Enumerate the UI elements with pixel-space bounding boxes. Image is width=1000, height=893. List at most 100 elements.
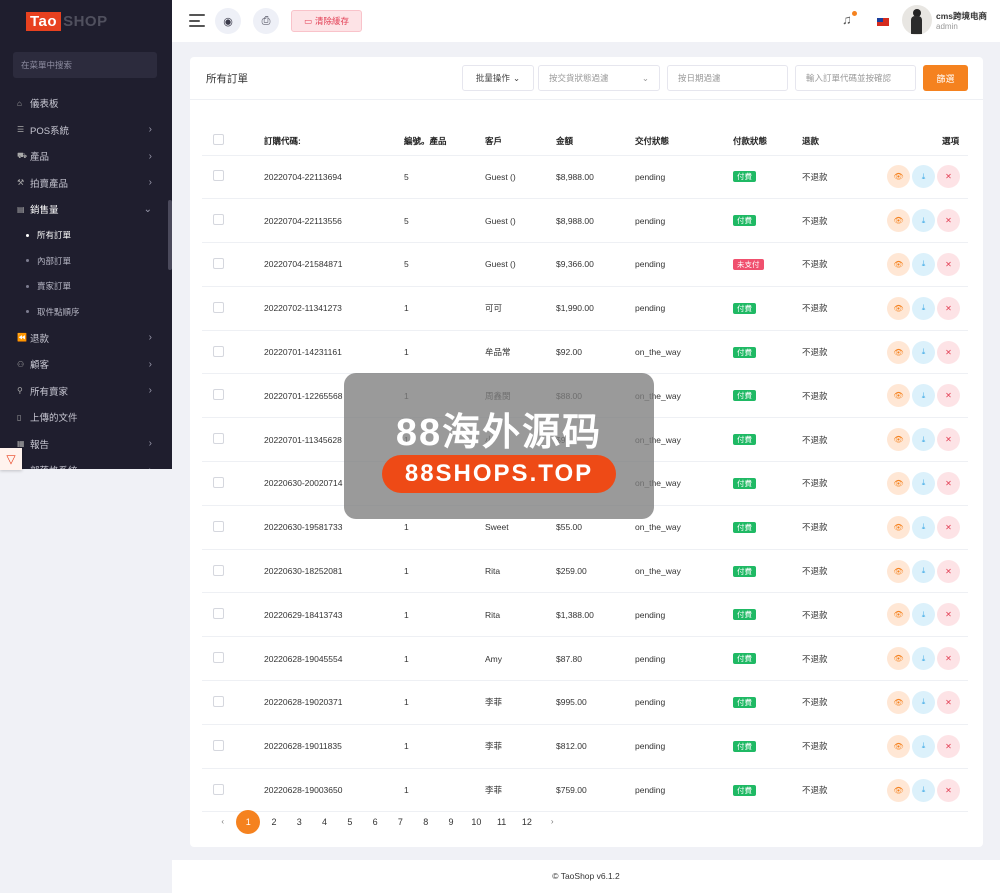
pagination-page[interactable]: 2 xyxy=(261,810,286,834)
pagination-page[interactable]: 10 xyxy=(464,810,489,834)
sidebar-item[interactable]: ⚲ 所有賣家 › xyxy=(0,378,172,405)
flag-icon[interactable] xyxy=(877,18,889,26)
row-checkbox[interactable] xyxy=(213,476,224,488)
clear-cache-button[interactable]: ▭ 清除緩存 xyxy=(291,10,362,32)
sidebar-subitem[interactable]: 內部訂單 xyxy=(0,248,172,274)
pagination-page[interactable]: 9 xyxy=(438,810,463,834)
table-row[interactable]: 20220702-11341273 1 可可 $1,990.00 pending 付費 不退… xyxy=(202,286,968,331)
view-eye-icon[interactable]: 👁 xyxy=(887,471,910,495)
row-checkbox[interactable] xyxy=(213,389,224,401)
delete-trash-icon[interactable]: ✕ xyxy=(937,471,960,495)
row-checkbox[interactable] xyxy=(213,301,224,313)
bulk-action-dropdown[interactable]: 批量操作 ⌄ xyxy=(462,65,534,91)
sidebar-item[interactable]: ✎部落格系統› xyxy=(0,457,172,469)
sidebar-subitem[interactable]: 取件點順序 xyxy=(0,299,172,325)
delete-trash-icon[interactable]: ✕ xyxy=(937,515,960,539)
view-eye-icon[interactable]: 👁 xyxy=(887,603,910,627)
view-eye-icon[interactable]: 👁 xyxy=(887,252,910,276)
sidebar-scrollbar[interactable] xyxy=(168,200,172,270)
download-icon[interactable]: ⤓ xyxy=(912,690,935,714)
date-filter-input[interactable]: 按日期過濾 xyxy=(667,65,788,91)
globe-icon[interactable]: ◉ xyxy=(215,8,241,34)
download-icon[interactable]: ⤓ xyxy=(912,603,935,627)
download-icon[interactable]: ⤓ xyxy=(912,209,935,233)
sidebar-item[interactable]: ⛟ 產品 › xyxy=(0,143,172,170)
download-icon[interactable]: ⤓ xyxy=(912,252,935,276)
sidebar-item[interactable]: ☰ POS系統 › xyxy=(0,117,172,144)
delivery-status-filter[interactable]: 按交貨狀態過濾 ⌄ xyxy=(538,65,660,91)
download-icon[interactable]: ⤓ xyxy=(912,559,935,583)
row-checkbox[interactable] xyxy=(213,783,224,795)
table-row[interactable]: 20220704-22113556 5 Guest () $8,988.00 pendi… xyxy=(202,198,968,244)
row-checkbox[interactable] xyxy=(213,345,224,357)
table-row[interactable]: 20220628-19011835 1 李菲 $812.00 pending 付費 不退款 👁… xyxy=(202,724,968,769)
delete-trash-icon[interactable]: ✕ xyxy=(937,165,960,189)
view-eye-icon[interactable]: 👁 xyxy=(887,384,910,408)
row-checkbox[interactable] xyxy=(213,214,224,226)
menu-search-input[interactable]: 在菜單中搜索 xyxy=(13,52,157,78)
view-eye-icon[interactable]: 👁 xyxy=(887,734,910,758)
pagination-page[interactable]: 3 xyxy=(287,810,312,834)
table-row[interactable]: 20220704-22113694 5 Guest () $8,988.00 pendi… xyxy=(202,155,968,200)
menu-toggle-icon[interactable] xyxy=(189,14,205,27)
pagination-page[interactable]: 12 xyxy=(514,810,539,834)
pagination-page[interactable]: 6 xyxy=(362,810,387,834)
delete-trash-icon[interactable]: ✕ xyxy=(937,340,960,364)
download-icon[interactable]: ⤓ xyxy=(912,165,935,189)
view-eye-icon[interactable]: 👁 xyxy=(887,165,910,189)
delete-trash-icon[interactable]: ✕ xyxy=(937,647,960,671)
pagination-page[interactable]: 11 xyxy=(489,810,514,834)
filter-button[interactable]: 篩選 xyxy=(923,65,968,91)
sidebar-item[interactable]: ▯ 上傳的文件 xyxy=(0,404,172,431)
view-eye-icon[interactable]: 👁 xyxy=(887,428,910,452)
sidebar-item[interactable]: ⚒ 拍賣產品 › xyxy=(0,170,172,197)
view-eye-icon[interactable]: 👁 xyxy=(887,340,910,364)
avatar[interactable] xyxy=(902,5,932,35)
col-num-products[interactable]: 編號。產品 xyxy=(404,127,485,156)
delete-trash-icon[interactable]: ✕ xyxy=(937,603,960,627)
pagination-page[interactable]: 8 xyxy=(413,810,438,834)
table-row[interactable]: 20220628-19003650 1 李菲 $759.00 pending 付費 不退款 👁… xyxy=(202,768,968,813)
table-row[interactable]: 20220701-14231161 1 牟品常 $92.00 on_the_way 付費 不… xyxy=(202,330,968,375)
download-icon[interactable]: ⤓ xyxy=(912,778,935,802)
laravel-icon[interactable]: ▽ xyxy=(0,448,22,470)
download-icon[interactable]: ⤓ xyxy=(912,384,935,408)
table-row[interactable]: 20220629-18413743 1 Rita $1,388.00 pending 付費… xyxy=(202,592,968,638)
table-row[interactable]: 20220628-19020371 1 李菲 $995.00 pending 付費 不退款 👁… xyxy=(202,680,968,725)
delete-trash-icon[interactable]: ✕ xyxy=(937,559,960,583)
user-name[interactable]: cms跨境电商 xyxy=(936,10,987,22)
col-payment-status[interactable]: 付款狀態 xyxy=(733,127,802,156)
row-checkbox[interactable] xyxy=(213,170,224,182)
download-icon[interactable]: ⤓ xyxy=(912,296,935,320)
view-eye-icon[interactable]: 👁 xyxy=(887,515,910,539)
view-eye-icon[interactable]: 👁 xyxy=(887,690,910,714)
delete-trash-icon[interactable]: ✕ xyxy=(937,428,960,452)
row-checkbox[interactable] xyxy=(213,608,224,620)
delete-trash-icon[interactable]: ✕ xyxy=(937,384,960,408)
download-icon[interactable]: ⤓ xyxy=(912,647,935,671)
row-checkbox[interactable] xyxy=(213,564,224,576)
row-checkbox[interactable] xyxy=(213,695,224,707)
download-icon[interactable]: ⤓ xyxy=(912,428,935,452)
pagination-page[interactable]: 4 xyxy=(312,810,337,834)
delete-trash-icon[interactable]: ✕ xyxy=(937,778,960,802)
logo[interactable]: Tao SHOP xyxy=(0,0,172,42)
delete-trash-icon[interactable]: ✕ xyxy=(937,690,960,714)
col-amount[interactable]: 金額 xyxy=(556,127,635,156)
sidebar-subitem[interactable]: 所有訂單 xyxy=(0,223,172,249)
table-row[interactable]: 20220630-18252081 1 Rita $259.00 on_the_way 付… xyxy=(202,549,968,594)
sidebar-subitem[interactable]: 賣家訂單 xyxy=(0,274,172,300)
sidebar-item[interactable]: ▤ 銷售量 ⌄ xyxy=(0,196,172,223)
row-checkbox[interactable] xyxy=(213,257,224,269)
row-checkbox[interactable] xyxy=(213,739,224,751)
sidebar-item[interactable]: ⚇ 顧客 › xyxy=(0,351,172,378)
view-eye-icon[interactable]: 👁 xyxy=(887,778,910,802)
download-icon[interactable]: ⤓ xyxy=(912,515,935,539)
row-checkbox[interactable] xyxy=(213,520,224,532)
col-refund[interactable]: 退款 xyxy=(802,127,860,156)
pagination-prev[interactable]: ‹ xyxy=(210,810,235,834)
view-eye-icon[interactable]: 👁 xyxy=(887,209,910,233)
pagination-next[interactable]: › xyxy=(540,810,565,834)
row-checkbox[interactable] xyxy=(213,433,224,445)
delete-trash-icon[interactable]: ✕ xyxy=(937,734,960,758)
